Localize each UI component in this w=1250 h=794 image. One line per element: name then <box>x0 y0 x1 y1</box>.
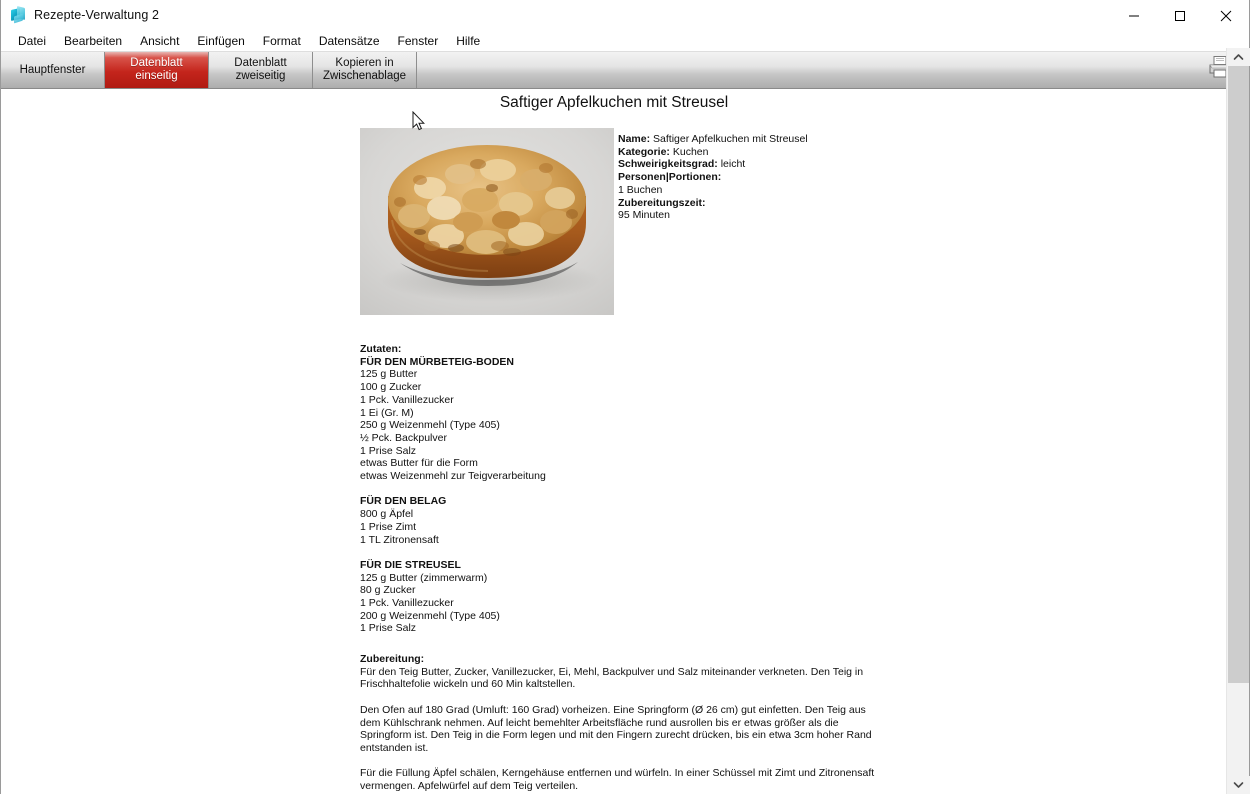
preparation-paragraph: Für den Teig Butter, Zucker, Vanillezuck… <box>360 665 864 691</box>
minimize-icon <box>1128 10 1140 22</box>
tab-kopieren-zwischenablage[interactable]: Kopieren in Zwischenablage <box>313 52 417 88</box>
window-title: Rezepte-Verwaltung 2 <box>34 8 159 22</box>
meta-label-personen: Personen|Portionen: <box>618 171 722 184</box>
preparation-spacer <box>360 691 878 704</box>
meta-row-zubereitungszeit-value: 95 Minuten <box>618 209 670 222</box>
ingredient-line: 1 Ei (Gr. M) <box>360 406 414 419</box>
chevron-down-icon <box>1233 776 1244 794</box>
ingredient-line: FÜR DIE STREUSEL <box>360 558 461 571</box>
meta-label-schwierigkeitsgrad: Schweirigkeitsgrad: <box>618 158 718 171</box>
recipe-meta: Name: Saftiger Apfelkuchen mit Streusel … <box>618 133 808 222</box>
tab-hauptfenster-line1: Hauptfenster <box>19 63 86 76</box>
ingredient-line <box>360 483 546 496</box>
preparation-paragraph: Für die Füllung Äpfel schälen, Kerngehäu… <box>360 767 875 792</box>
meta-row-schwierigkeitsgrad: Schweirigkeitsgrad: leicht <box>618 158 808 171</box>
chevron-up-icon <box>1233 48 1244 66</box>
meta-row-personen-value: 1 Buchen <box>618 183 663 196</box>
ingredient-line: 250 g Weizenmehl (Type 405) <box>360 419 500 432</box>
window-controls <box>1111 0 1249 31</box>
scroll-down-button[interactable] <box>1227 776 1250 794</box>
ingredient-line: FÜR DEN MÜRBETEIG-BODEN <box>360 355 514 368</box>
ingredient-line: 125 g Butter (zimmerwarm) <box>360 571 488 584</box>
ingredient-line: 1 Pck. Vanillezucker <box>360 597 454 610</box>
menu-item-hilfe[interactable]: Hilfe <box>447 31 489 51</box>
preparation-block: Zubereitung: Für den Teig Butter, Zucker… <box>360 653 878 793</box>
menu-item-datei[interactable]: Datei <box>9 31 55 51</box>
ingredient-line: 1 Prise Salz <box>360 622 417 635</box>
scroll-up-button[interactable] <box>1227 48 1250 66</box>
meta-row-personen-label: Personen|Portionen: <box>618 171 808 184</box>
meta-value-kategorie: Kuchen <box>672 145 709 158</box>
maximize-icon <box>1174 10 1186 22</box>
application-window: Rezepte-Verwaltung 2 Datei Bearbeiten An… <box>0 0 1250 794</box>
tab-kopieren-zwischenablage-line2: Zwischenablage <box>322 70 407 82</box>
title-bar: Rezepte-Verwaltung 2 <box>1 0 1249 31</box>
preparation-spacer <box>360 755 878 768</box>
ingredients-block: Zutaten: FÜR DEN MÜRBETEIG-BODEN 125 g Bu… <box>360 343 546 635</box>
ingredients-list: FÜR DEN MÜRBETEIG-BODEN 125 g Butter 100 g… <box>360 356 546 635</box>
ingredient-line: 800 g Äpfel <box>360 508 414 521</box>
datasheet-content: Saftiger Apfelkuchen mit Streusel Name: … <box>1 90 1227 794</box>
menu-item-bearbeiten[interactable]: Bearbeiten <box>55 31 131 51</box>
app-diamond-icon <box>10 6 26 24</box>
ingredient-line: 1 Prise Zimt <box>360 520 417 533</box>
recipe-photo <box>360 128 614 315</box>
ingredient-line: etwas Weizenmehl zur Teigverarbeitung <box>360 470 546 483</box>
tab-datenblatt-zweiseitig[interactable]: Datenblatt zweiseitig <box>209 52 313 88</box>
preparation-paragraphs: Für den Teig Butter, Zucker, Vanillezuck… <box>360 666 878 793</box>
meta-label-name: Name: <box>618 133 651 145</box>
menu-item-format[interactable]: Format <box>254 31 310 51</box>
ingredient-line: 1 Prise Salz <box>360 444 417 457</box>
tab-datenblatt-einseitig-line2: einseitig <box>135 70 178 82</box>
meta-row-zubereitungszeit-label: Zubereitungszeit: <box>618 197 808 210</box>
meta-label-zubereitungszeit: Zubereitungszeit: <box>618 196 706 209</box>
ingredient-line: 1 Pck. Vanillezucker <box>360 393 454 406</box>
meta-label-kategorie: Kategorie: <box>618 145 670 158</box>
preparation-heading: Zubereitung: <box>360 653 425 665</box>
scroll-thumb[interactable] <box>1228 66 1249 683</box>
maximize-button[interactable] <box>1157 0 1203 31</box>
recipe-title: Saftiger Apfelkuchen mit Streusel <box>499 94 729 111</box>
ingredient-line: ½ Pck. Backpulver <box>360 431 447 444</box>
tab-hauptfenster[interactable]: Hauptfenster <box>1 52 105 88</box>
cake-photo-image <box>360 128 614 315</box>
ingredient-line: 80 g Zucker <box>360 584 416 597</box>
meta-value-schwierigkeitsgrad: leicht <box>720 158 746 171</box>
ingredient-line: 125 g Butter <box>360 368 418 381</box>
minimize-button[interactable] <box>1111 0 1157 31</box>
menu-item-ansicht[interactable]: Ansicht <box>131 31 188 51</box>
tab-datenblatt-einseitig-line1: Datenblatt <box>130 57 183 69</box>
meta-value-name: Saftiger Apfelkuchen mit Streusel <box>653 133 808 145</box>
toolbar-filler <box>417 52 1249 88</box>
tab-datenblatt-zweiseitig-line1: Datenblatt <box>234 57 287 69</box>
ingredient-line: 200 g Weizenmehl (Type 405) <box>360 609 500 622</box>
ingredient-line: 1 TL Zitronensaft <box>360 533 439 546</box>
menu-bar: Datei Bearbeiten Ansicht Einfügen Format… <box>1 31 1249 51</box>
ingredient-line: FÜR DEN BELAG <box>360 495 447 508</box>
vertical-scrollbar[interactable] <box>1226 48 1250 794</box>
meta-row-name: Name: Saftiger Apfelkuchen mit Streusel <box>618 133 808 146</box>
close-icon <box>1220 10 1232 22</box>
tab-strip: Hauptfenster Datenblatt einseitig Datenb… <box>1 51 1249 89</box>
ingredient-line: etwas Butter für die Form <box>360 457 478 470</box>
meta-row-kategorie: Kategorie: Kuchen <box>618 146 808 159</box>
menu-item-einfuegen[interactable]: Einfügen <box>188 31 253 51</box>
ingredient-line: 100 g Zucker <box>360 381 422 394</box>
close-button[interactable] <box>1203 0 1249 31</box>
tab-datenblatt-zweiseitig-line2: zweiseitig <box>235 70 286 82</box>
menu-item-datensaetze[interactable]: Datensätze <box>310 31 389 51</box>
tab-kopieren-zwischenablage-line1: Kopieren in <box>335 57 394 69</box>
ingredients-heading: Zutaten: <box>360 343 402 355</box>
menu-item-fenster[interactable]: Fenster <box>389 31 448 51</box>
preparation-paragraph: Den Ofen auf 180 Grad (Umluft: 160 Grad)… <box>360 703 872 754</box>
tab-datenblatt-einseitig[interactable]: Datenblatt einseitig <box>105 52 209 88</box>
ingredient-line <box>360 546 546 559</box>
